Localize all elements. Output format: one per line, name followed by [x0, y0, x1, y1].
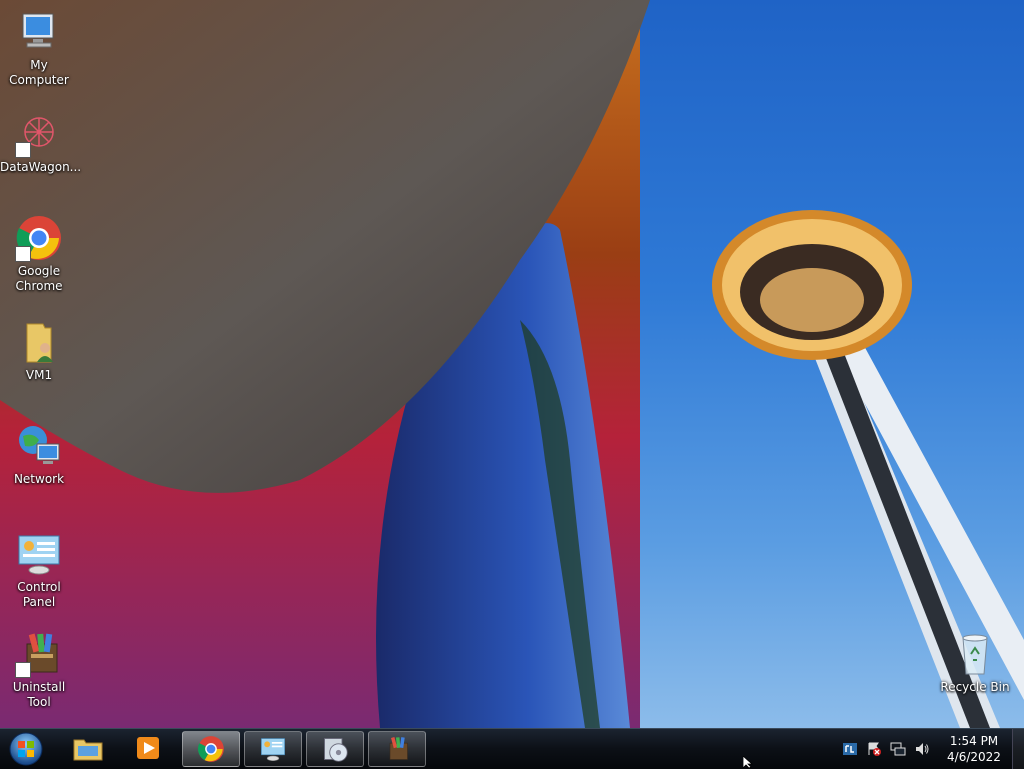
action-center-icon[interactable] — [866, 741, 882, 757]
keyboard-language-icon[interactable] — [842, 741, 858, 757]
network-icon[interactable] — [890, 741, 906, 757]
control-panel-icon — [261, 738, 285, 761]
desktop-icon-label: Network — [13, 472, 65, 486]
taskbar-control-panel-button[interactable] — [244, 731, 302, 767]
desktop-icon-network[interactable]: Network — [0, 422, 78, 487]
show-desktop-button[interactable] — [1012, 729, 1024, 769]
shortcut-arrow-icon — [15, 142, 31, 158]
taskbar-disk-utility-button[interactable] — [306, 731, 364, 767]
desktop-icon-uninstall-tool[interactable]: Uninstall Tool — [0, 630, 78, 710]
desktop-icon-label: DataWagon... — [0, 160, 82, 174]
desktop-icon-vm1[interactable]: VM1 — [0, 318, 78, 383]
desktop-icon-label: VM1 — [25, 368, 53, 382]
desktop-icon-label: Uninstall Tool — [12, 680, 66, 709]
clock-date: 4/6/2022 — [947, 750, 1001, 764]
volume-icon[interactable] — [914, 741, 930, 757]
computer-icon — [15, 8, 63, 56]
taskbar-clock[interactable]: 1:54 PM 4/6/2022 — [940, 733, 1008, 765]
file-explorer-icon — [73, 739, 103, 761]
media-player-icon — [137, 737, 159, 759]
user-folder-icon — [15, 318, 63, 366]
chrome-icon — [15, 214, 63, 262]
desktop-icon-google-chrome[interactable]: Google Chrome — [0, 214, 78, 294]
uninstall-tool-icon — [15, 630, 63, 678]
mouse-cursor-icon — [742, 755, 755, 771]
desktop-icon-datawagon[interactable]: DataWagon... — [0, 110, 82, 175]
desktop-icon-label: My Computer — [9, 58, 69, 87]
desktop-icon-label: Recycle Bin — [940, 680, 1010, 694]
system-tray — [840, 729, 940, 769]
network-icon — [15, 422, 63, 470]
recycle-bin-icon — [951, 630, 999, 678]
shortcut-arrow-icon — [15, 662, 31, 678]
shortcut-arrow-icon — [15, 246, 31, 262]
uninstall-tool-icon — [389, 737, 408, 760]
taskbar-chrome-button[interactable] — [182, 731, 240, 767]
desktop-icon-control-panel[interactable]: Control Panel — [0, 530, 78, 610]
desktop-icon-recycle-bin[interactable]: Recycle Bin — [936, 630, 1014, 695]
disk-utility-icon — [324, 738, 348, 762]
start-button[interactable] — [6, 731, 46, 767]
taskbar-file-explorer-button[interactable] — [60, 731, 116, 765]
desktop-icon-my-computer[interactable]: My Computer — [0, 8, 78, 88]
desktop-icon-label: Control Panel — [17, 580, 61, 609]
taskbar: 1:54 PM 4/6/2022 — [0, 728, 1024, 769]
datawagon-icon — [15, 110, 63, 158]
clock-time: 1:54 PM — [949, 734, 999, 748]
taskbar-media-player-button[interactable] — [120, 731, 176, 765]
desktop-icon-label: Google Chrome — [15, 264, 63, 293]
control-panel-icon — [15, 530, 63, 578]
desktop-wallpaper — [0, 0, 1024, 728]
chrome-icon — [197, 736, 224, 762]
windows-start-orb-icon — [9, 732, 43, 766]
taskbar-uninstall-tool-button[interactable] — [368, 731, 426, 767]
